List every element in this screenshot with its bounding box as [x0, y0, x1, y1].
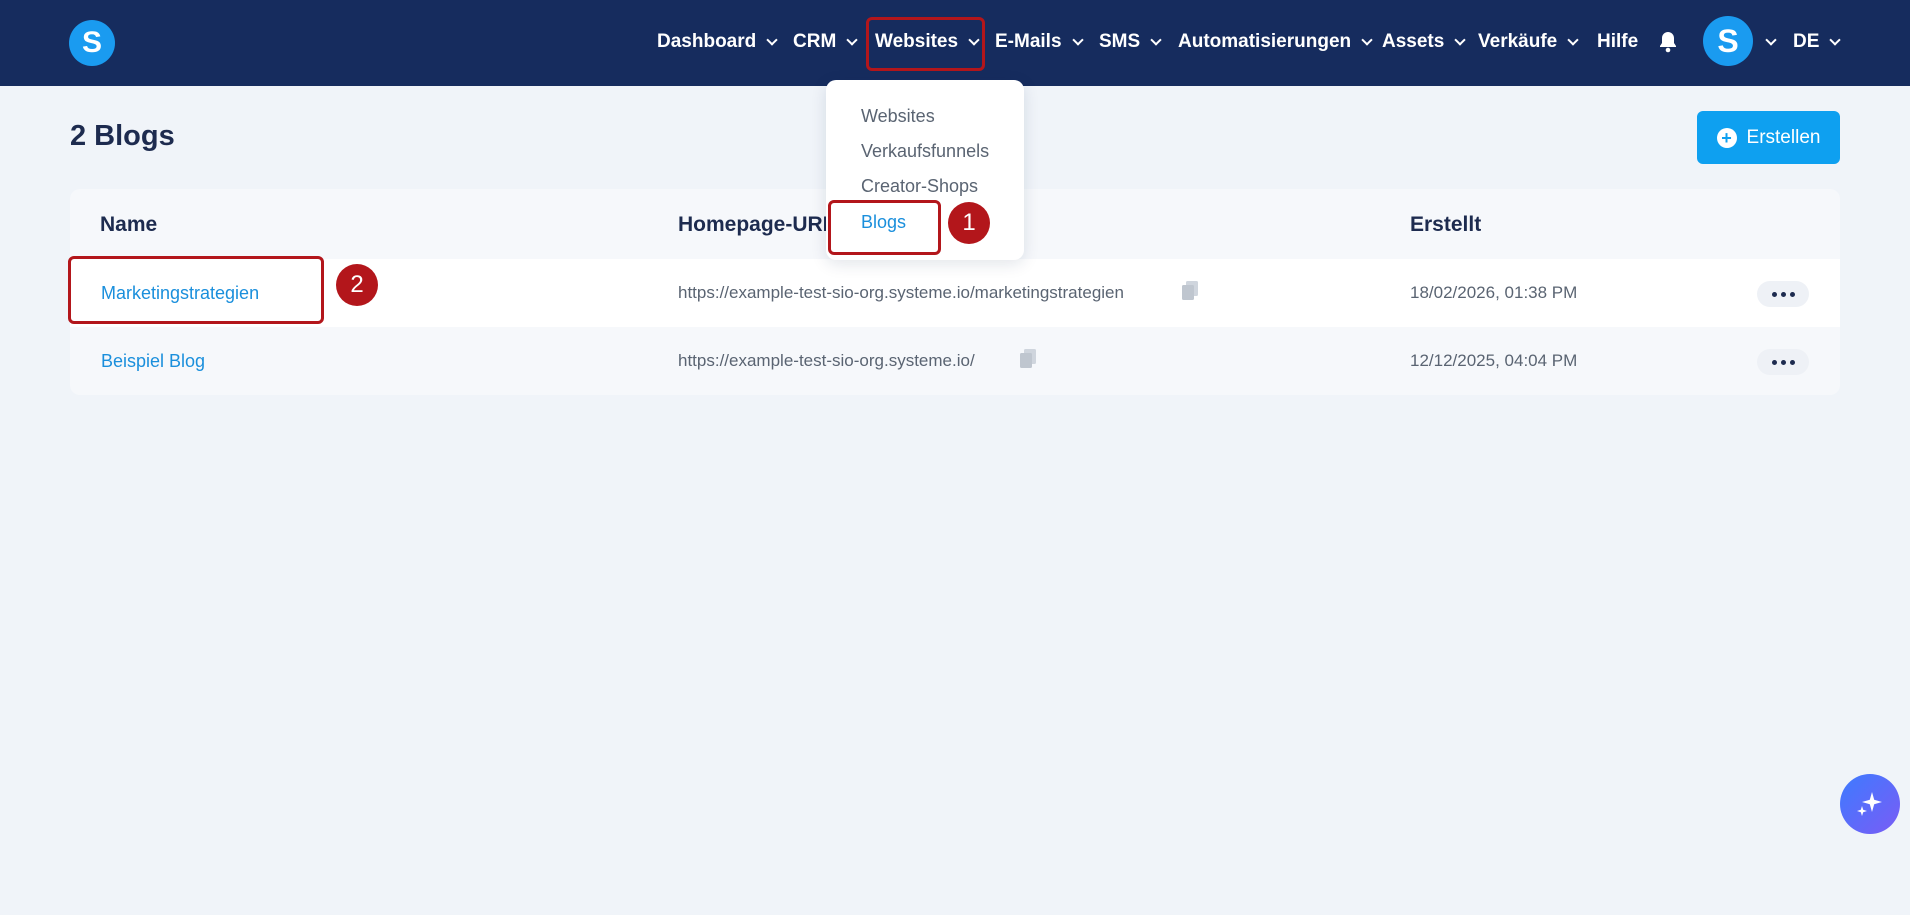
chevron-down-icon: [1765, 33, 1777, 46]
column-header-url: Homepage-URL: [678, 213, 836, 236]
highlight-blog-row: [68, 256, 324, 324]
highlight-blogs-item: [828, 200, 941, 255]
nav-dashboard[interactable]: Dashboard: [657, 28, 778, 56]
menu-item-verkaufsfunnels[interactable]: Verkaufsfunnels: [861, 141, 989, 162]
avatar-menu-toggle[interactable]: [1755, 28, 1777, 56]
bell-icon[interactable]: [1656, 30, 1680, 54]
chevron-down-icon: [1361, 33, 1373, 46]
table-row: Beispiel Blog https://example-test-sio-o…: [70, 327, 1840, 395]
copy-icon[interactable]: [1020, 349, 1036, 369]
nav-label: Automatisierungen: [1178, 31, 1352, 52]
nav-automatisierungen[interactable]: Automatisierungen: [1178, 28, 1373, 56]
nav-assets[interactable]: Assets: [1382, 28, 1466, 56]
nav-label: SMS: [1099, 31, 1141, 52]
homepage-url[interactable]: https://example-test-sio-org.systeme.io/…: [678, 283, 1124, 303]
systeme-logo[interactable]: S: [69, 20, 115, 66]
dot: [1780, 359, 1786, 365]
created-date: 12/12/2025, 04:04 PM: [1410, 351, 1578, 370]
chevron-down-icon: [846, 33, 858, 46]
nav-crm[interactable]: CRM: [793, 28, 858, 56]
chevron-down-icon: [766, 33, 778, 46]
logo-letter: S: [81, 26, 102, 59]
created-date: 18/02/2026, 01:38 PM: [1410, 283, 1578, 302]
homepage-url[interactable]: https://example-test-sio-org.systeme.io/: [678, 351, 975, 371]
highlight-websites-nav: [866, 17, 985, 71]
create-button-label: Erstellen: [1746, 126, 1821, 148]
more-actions-button[interactable]: [1757, 281, 1809, 307]
language-label: DE: [1793, 31, 1820, 52]
dot: [1771, 291, 1777, 297]
plus-circle-icon: +: [1716, 127, 1737, 148]
column-header-name[interactable]: Name: [100, 213, 157, 237]
user-avatar[interactable]: S: [1703, 16, 1753, 66]
dot: [1789, 359, 1795, 365]
chevron-down-icon: [1829, 33, 1842, 46]
nav-label: Dashboard: [657, 31, 757, 52]
create-button[interactable]: + Erstellen: [1697, 111, 1840, 164]
nav-emails[interactable]: E-Mails: [995, 28, 1084, 56]
nav-hilfe[interactable]: Hilfe: [1597, 28, 1638, 56]
dot: [1780, 291, 1786, 297]
page-title: 2 Blogs: [70, 120, 175, 152]
more-actions-button[interactable]: [1757, 349, 1809, 375]
step-marker-2: 2: [336, 264, 378, 306]
sparkle-icon: [1857, 792, 1882, 816]
column-header-created[interactable]: Erstellt: [1410, 213, 1481, 237]
nav-verkaeufe[interactable]: Verkäufe: [1478, 28, 1579, 56]
ai-assistant-button[interactable]: [1840, 774, 1900, 834]
step-marker-1: 1: [948, 202, 990, 244]
menu-item-websites[interactable]: Websites: [861, 106, 935, 127]
chevron-down-icon: [1071, 33, 1084, 46]
chevron-down-icon: [1454, 33, 1466, 46]
nav-label: CRM: [793, 31, 837, 52]
nav-label: Assets: [1382, 31, 1445, 52]
language-selector[interactable]: DE: [1793, 28, 1842, 56]
nav-label: E-Mails: [995, 31, 1062, 52]
dot: [1789, 291, 1795, 297]
nav-label: Verkäufe: [1478, 31, 1558, 52]
nav-sms[interactable]: SMS: [1099, 28, 1162, 56]
chevron-down-icon: [1150, 33, 1162, 46]
avatar-letter: S: [1717, 22, 1739, 59]
blog-name-link[interactable]: Beispiel Blog: [101, 351, 205, 372]
nav-label: Hilfe: [1597, 31, 1639, 52]
copy-icon[interactable]: [1182, 281, 1198, 301]
table-row: Marketingstrategien https://example-test…: [70, 259, 1840, 327]
chevron-down-icon: [1567, 33, 1579, 46]
dot: [1771, 359, 1777, 365]
menu-item-creator-shops[interactable]: Creator-Shops: [861, 176, 978, 197]
